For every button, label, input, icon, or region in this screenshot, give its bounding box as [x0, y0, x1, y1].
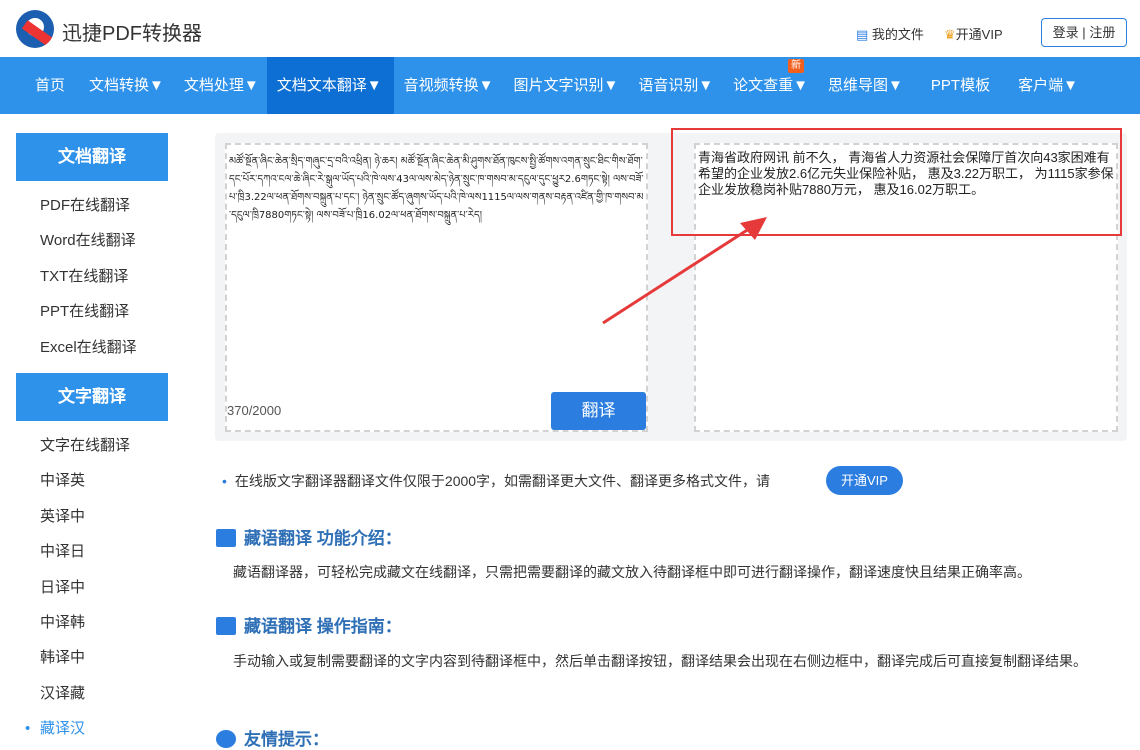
nav-label: 音视频转换▼: [403, 77, 494, 94]
new-badge: 新: [788, 59, 805, 73]
notice-text: • 在线版文字翻译器翻译文件仅限于2000字，如需翻译更大文件、翻译更多格式文件，…: [222, 473, 771, 489]
sidebar-item[interactable]: Excel在线翻译: [16, 330, 168, 365]
nav-ocr[interactable]: 图片文字识别▼: [503, 57, 628, 114]
sidebar-item[interactable]: PDF在线翻译: [16, 188, 168, 223]
sidebar-item[interactable]: 文字在线翻译: [16, 428, 168, 463]
guide-icon: [216, 617, 236, 635]
source-textarea[interactable]: མཚོ་སྔོན་ཞིང་ཆེན་སྲིད་གཞུང་དྲ་བའི་འཕྲིན།…: [225, 143, 648, 432]
login-register: 登录 | 注册: [1041, 18, 1127, 47]
sidebar-heading-doc: 文档翻译: [16, 133, 168, 181]
arrow-icon: [602, 217, 767, 325]
nav-speech[interactable]: 语音识别▼: [628, 57, 723, 114]
nav-mindmap[interactable]: 思维导图▼: [818, 57, 913, 114]
char-count: 370/2000: [227, 403, 282, 418]
notice-label: 在线版文字翻译器翻译文件仅限于2000字，如需翻译更大文件、翻译更多格式文件，请: [234, 473, 771, 489]
nav-doc-convert[interactable]: 文档转换▼: [77, 57, 176, 114]
nav-doc-process[interactable]: 文档处理▼: [176, 57, 267, 114]
register-button[interactable]: 注册: [1089, 25, 1115, 40]
section-heading: 藏语翻译 操作指南：: [216, 612, 402, 637]
logo-icon[interactable]: [16, 10, 54, 48]
open-vip-button[interactable]: 开通VIP: [826, 466, 903, 495]
section-body: 藏语翻译器，可轻松完成藏文在线翻译，只需把需要翻译的藏文放入待翻译框中即可进行翻…: [233, 564, 1031, 580]
top-bar: 迅捷PDF转换器 ▤ 我的文件 ♛开通VIP 登录 | 注册: [0, 0, 1140, 57]
translate-button[interactable]: 翻译: [551, 392, 646, 430]
nav-label: 论文查重▼: [733, 77, 809, 94]
nav-label: 文档处理▼: [183, 77, 259, 94]
nav-doc-translate[interactable]: 文档文本翻译▼: [266, 57, 394, 114]
crown-icon: ♛: [944, 27, 956, 42]
nav-av-convert[interactable]: 音视频转换▼: [394, 57, 504, 114]
sidebar-item[interactable]: TXT在线翻译: [16, 259, 168, 294]
nav-label: 文档转换▼: [89, 77, 164, 94]
nav-label: PPT模板: [930, 77, 991, 94]
section-title: 藏语翻译 功能介绍：: [244, 529, 402, 548]
sidebar-item[interactable]: 中译英: [16, 463, 168, 498]
brand-name[interactable]: 迅捷PDF转换器: [62, 17, 202, 46]
my-files-link[interactable]: ▤ 我的文件: [856, 24, 924, 43]
sidebar-heading-text: 文字翻译: [16, 372, 168, 421]
sidebar-item[interactable]: 中译韩: [16, 605, 168, 640]
nav-label: 图片文字识别▼: [513, 77, 619, 94]
main-nav: 首页 文档转换▼ 文档处理▼ 文档文本翻译▼ 音视频转换▼ 图片文字识别▼ 语音…: [0, 57, 1140, 114]
intro-icon: [216, 529, 236, 547]
tip-icon: [216, 730, 236, 748]
section-body: 手动输入或复制需要翻译的文字内容到待翻译框中，然后单击翻译按钮，翻译结果会出现在…: [233, 653, 1087, 669]
nav-label: 首页: [35, 77, 66, 94]
sidebar: 文档翻译 PDF在线翻译 Word在线翻译 TXT在线翻译 PPT在线翻译 Ex…: [16, 133, 168, 747]
separator: |: [1082, 25, 1086, 40]
nav-label: 客户端▼: [1018, 77, 1078, 94]
sidebar-item[interactable]: 汉译藏: [16, 676, 168, 711]
sidebar-item[interactable]: 韩译中: [16, 640, 168, 675]
section-title: 友情提示：: [244, 730, 329, 749]
section-title: 藏语翻译 操作指南：: [244, 617, 402, 636]
sidebar-item[interactable]: 日译中: [16, 570, 168, 605]
open-vip-label: 开通VIP: [955, 27, 1003, 42]
nav-plagiarism[interactable]: 论文查重▼ 新: [723, 57, 818, 114]
nav-home[interactable]: 首页: [23, 57, 77, 114]
sidebar-item[interactable]: Word在线翻译: [16, 223, 168, 258]
open-vip-link[interactable]: ♛开通VIP: [944, 24, 1003, 43]
login-button[interactable]: 登录: [1053, 25, 1079, 40]
file-icon: ▤: [856, 27, 869, 42]
nav-client[interactable]: 客户端▼: [1008, 57, 1088, 114]
sidebar-item[interactable]: 英译中: [16, 499, 168, 534]
sidebar-item[interactable]: 中译日: [16, 534, 168, 569]
sidebar-item-active[interactable]: 藏译汉: [16, 711, 168, 747]
nav-ppt[interactable]: PPT模板: [913, 57, 1008, 114]
section-heading: 藏语翻译 功能介绍：: [216, 524, 402, 549]
nav-label: 思维导图▼: [828, 77, 903, 94]
section-heading: 友情提示：: [216, 725, 329, 750]
nav-label: 语音识别▼: [638, 77, 714, 94]
sidebar-item[interactable]: PPT在线翻译: [16, 294, 168, 329]
my-files-label: 我的文件: [871, 27, 924, 42]
nav-label: 文档文本翻译▼: [276, 77, 382, 94]
